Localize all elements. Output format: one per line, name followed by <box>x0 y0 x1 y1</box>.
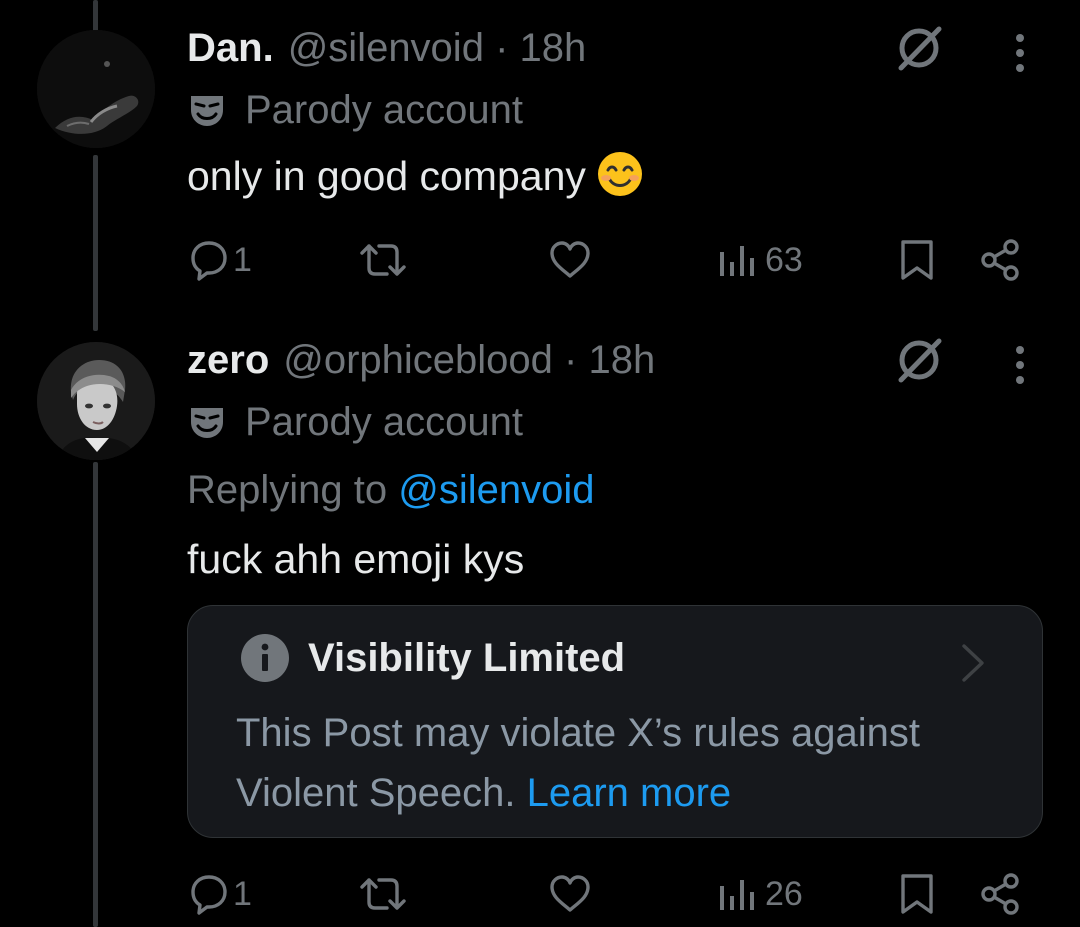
views-button[interactable]: 63 <box>717 232 803 288</box>
notice-body: This Post may violate X’s rules against … <box>236 703 1016 823</box>
parody-label: Parody account <box>187 84 523 136</box>
handle-time: @orphiceblood · 18h <box>283 338 655 383</box>
theater-mask-icon <box>191 96 223 126</box>
repost-button[interactable] <box>359 232 407 288</box>
tweet-body: only in good company <box>187 153 586 199</box>
avatar[interactable] <box>37 342 155 460</box>
reply-count: 1 <box>233 240 252 279</box>
reply-count: 1 <box>233 874 252 913</box>
view-count: 26 <box>765 874 803 913</box>
views-icon <box>720 880 754 910</box>
reply-button[interactable]: 1 <box>187 866 252 922</box>
thread-line-middle <box>93 155 98 331</box>
more-icon[interactable] <box>1005 339 1035 391</box>
visibility-notice[interactable]: Visibility Limited This Post may violate… <box>187 605 1043 838</box>
grok-icon[interactable] <box>893 22 945 74</box>
like-icon <box>550 875 590 912</box>
repost-icon <box>360 244 406 276</box>
timestamp[interactable]: · 18h <box>564 338 655 382</box>
parody-label: Parody account <box>187 396 523 448</box>
repost-icon <box>360 878 406 910</box>
post-header: Dan. @silenvoid · 18h <box>187 18 586 78</box>
handle[interactable]: @orphiceblood <box>283 338 553 382</box>
thread-line-top <box>93 0 98 32</box>
notice-title: Visibility Limited <box>240 630 625 686</box>
like-icon <box>550 241 590 278</box>
info-icon <box>241 634 289 682</box>
bookmark-icon <box>901 240 933 280</box>
smiling-face-emoji <box>597 152 642 196</box>
repost-button[interactable] <box>359 866 407 922</box>
replying-to-handle[interactable]: @silenvoid <box>398 468 594 512</box>
chevron-right-icon[interactable] <box>958 640 988 686</box>
replying-to-prefix: Replying to <box>187 468 388 512</box>
timestamp[interactable]: · 18h <box>495 26 586 70</box>
reply-button[interactable]: 1 <box>187 232 252 288</box>
learn-more-link[interactable]: Learn more <box>527 771 732 815</box>
tweet-body: fuck ahh emoji kys <box>187 536 525 582</box>
like-button[interactable] <box>547 866 593 922</box>
bookmark-icon <box>901 874 933 914</box>
display-name[interactable]: Dan. <box>187 26 274 71</box>
like-button[interactable] <box>547 232 593 288</box>
thread-line-bottom <box>93 462 98 927</box>
bookmark-button[interactable] <box>899 232 935 288</box>
post-header: zero @orphiceblood · 18h <box>187 330 655 390</box>
action-bar: 1 26 <box>187 866 1037 922</box>
views-icon <box>720 246 754 276</box>
share-button[interactable] <box>979 232 1023 288</box>
more-icon[interactable] <box>1005 27 1035 79</box>
share-button[interactable] <box>979 866 1023 922</box>
bookmark-button[interactable] <box>899 866 935 922</box>
parody-text: Parody account <box>245 87 523 132</box>
action-bar: 1 63 <box>187 232 1037 288</box>
handle[interactable]: @silenvoid <box>288 26 484 70</box>
theater-mask-icon <box>191 408 223 438</box>
tweet-text: only in good company <box>187 150 644 200</box>
views-button[interactable]: 26 <box>717 866 803 922</box>
share-icon <box>981 239 1019 281</box>
reply-icon <box>191 875 227 915</box>
replying-to: Replying to @silenvoid <box>187 468 595 513</box>
avatar[interactable] <box>37 30 155 148</box>
view-count: 63 <box>765 240 803 279</box>
notice-title-text: Visibility Limited <box>308 635 626 680</box>
tweet-text: fuck ahh emoji kys <box>187 536 524 583</box>
display-name[interactable]: zero <box>187 338 269 383</box>
handle-time: @silenvoid · 18h <box>288 26 587 71</box>
share-icon <box>981 873 1019 915</box>
grok-icon[interactable] <box>893 334 945 386</box>
reply-icon <box>191 241 227 281</box>
parody-text: Parody account <box>245 399 523 444</box>
